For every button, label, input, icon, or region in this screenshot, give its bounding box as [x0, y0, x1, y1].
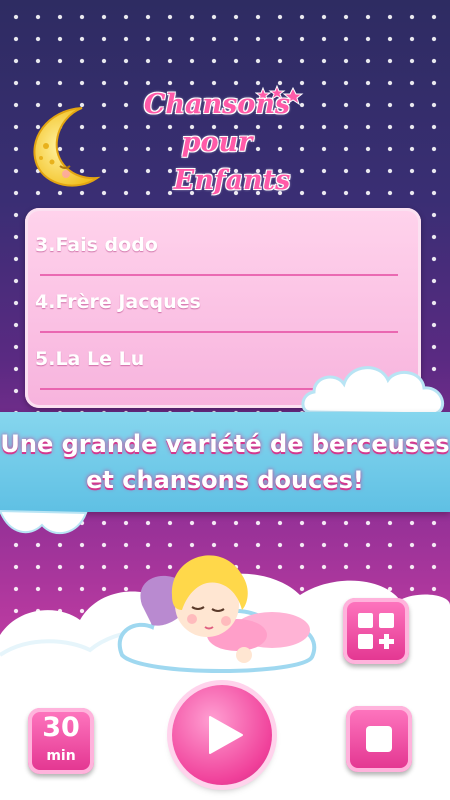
- timer-unit: min: [46, 748, 76, 764]
- timer-value: 30: [42, 712, 80, 743]
- divider: [40, 331, 398, 333]
- play-icon: [209, 716, 243, 754]
- playlist-item-label: 5.La Le Lu: [35, 348, 145, 370]
- crescent-moon-icon: [33, 107, 101, 187]
- playlist-item-label: 4.Frère Jacques: [35, 291, 201, 313]
- promo-text: Une grande variété de berceuses et chans…: [0, 426, 450, 498]
- grid-plus-icon: [358, 613, 394, 649]
- promo-line1: Une grande variété de berceuses: [0, 430, 450, 458]
- app-title-line1: Chansons pour: [143, 89, 291, 158]
- add-to-playlist-button[interactable]: [343, 598, 409, 664]
- promo-line2: et chansons douces!: [86, 466, 364, 494]
- stop-button[interactable]: [346, 706, 412, 772]
- playlist-item[interactable]: 4.Frère Jacques: [35, 277, 410, 333]
- cloud-decoration: [0, 509, 88, 534]
- playlist-item[interactable]: 3.Fais dodo: [35, 220, 410, 276]
- app-title: Chansons pour Enfants: [112, 86, 322, 200]
- divider: [40, 274, 398, 276]
- app-title-line2: Enfants: [173, 165, 291, 196]
- stop-icon: [366, 726, 392, 752]
- playlist-item-label: 3.Fais dodo: [35, 234, 158, 256]
- sleep-timer-button[interactable]: 30 min: [28, 708, 94, 774]
- sleeping-girl-illustration: [117, 555, 317, 673]
- promo-banner: Une grande variété de berceuses et chans…: [0, 412, 450, 512]
- play-button[interactable]: [172, 685, 272, 785]
